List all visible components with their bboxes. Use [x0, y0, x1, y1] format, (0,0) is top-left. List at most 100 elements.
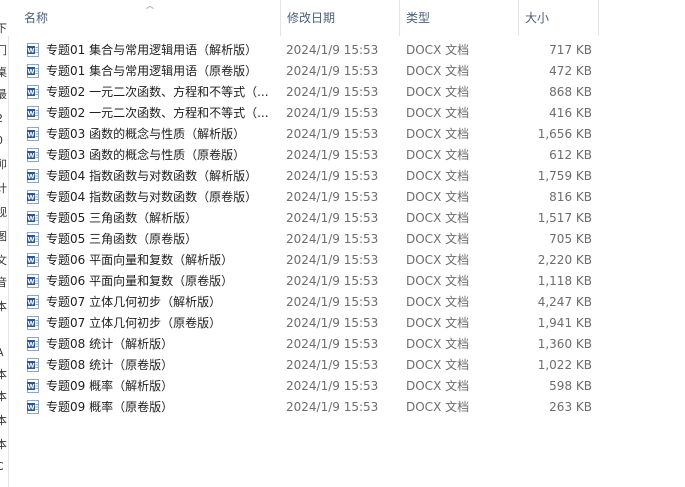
- file-type: DOCX 文档: [406, 337, 470, 351]
- file-row[interactable]: W 专题03 函数的概念与性质（解析版） 2024/1/9 15:53 DOCX 文档…: [18, 124, 598, 145]
- word-document-icon: W: [27, 64, 39, 78]
- file-size: 416 KB: [549, 106, 592, 120]
- file-type: DOCX 文档: [406, 43, 470, 57]
- file-name: 专题03 函数的概念与性质（解析版）: [46, 127, 246, 141]
- nav-item-glyph[interactable]: 音: [0, 276, 8, 289]
- file-type: DOCX 文档: [406, 295, 470, 309]
- file-name: 专题08 统计（解析版）: [46, 337, 174, 351]
- word-document-icon: W: [27, 253, 39, 267]
- nav-item-glyph[interactable]: 2: [0, 112, 8, 125]
- file-name: 专题08 统计（原卷版）: [46, 358, 174, 372]
- nav-item-glyph[interactable]: 最: [0, 88, 8, 101]
- file-size: 717 KB: [549, 43, 592, 57]
- file-row[interactable]: W 专题04 指数函数与对数函数（原卷版） 2024/1/9 15:53 DOCX 文…: [18, 187, 598, 208]
- nav-item-glyph[interactable]: 计: [0, 182, 8, 195]
- file-name: 专题04 指数函数与对数函数（解析版）: [46, 169, 258, 183]
- file-name: 专题09 概率（原卷版）: [46, 400, 174, 414]
- file-type: DOCX 文档: [406, 274, 470, 288]
- file-row[interactable]: W 专题06 平面向量和复数（解析版） 2024/1/9 15:53 DOCX 文档 2…: [18, 250, 598, 271]
- nav-item-glyph[interactable]: 视: [0, 206, 8, 219]
- file-row[interactable]: W 专题01 集合与常用逻辑用语（原卷版） 2024/1/9 15:53 DOCX 文…: [18, 61, 598, 82]
- file-row[interactable]: W 专题08 统计（解析版） 2024/1/9 15:53 DOCX 文档 1,360 …: [18, 334, 598, 355]
- file-date: 2024/1/9 15:53: [286, 169, 379, 183]
- file-row[interactable]: W 专题09 概率（原卷版） 2024/1/9 15:53 DOCX 文档 263 KB: [18, 397, 598, 418]
- svg-text:W: W: [27, 194, 34, 202]
- nav-item-glyph[interactable]: 门: [0, 44, 8, 57]
- file-row[interactable]: W 专题05 三角函数（解析版） 2024/1/9 15:53 DOCX 文档 1,51…: [18, 208, 598, 229]
- nav-item-glyph[interactable]: 本: [0, 300, 8, 313]
- nav-item-glyph[interactable]: 本: [0, 368, 8, 381]
- navigation-pane[interactable]: 下门桌最20卯计视图文音本A本本本本C: [0, 0, 9, 487]
- file-type: DOCX 文档: [406, 211, 470, 225]
- file-date: 2024/1/9 15:53: [286, 253, 379, 267]
- svg-text:W: W: [27, 89, 34, 97]
- nav-item-glyph[interactable]: 0: [0, 134, 8, 147]
- file-size: 612 KB: [549, 148, 592, 162]
- word-document-icon: W: [27, 211, 39, 225]
- file-type: DOCX 文档: [406, 169, 470, 183]
- word-document-icon: W: [27, 148, 39, 162]
- nav-item-glyph[interactable]: 桌: [0, 66, 8, 79]
- word-document-icon: W: [27, 169, 39, 183]
- file-size: 868 KB: [549, 85, 592, 99]
- file-row[interactable]: W 专题01 集合与常用逻辑用语（解析版） 2024/1/9 15:53 DOCX 文…: [18, 40, 598, 61]
- file-type: DOCX 文档: [406, 85, 470, 99]
- file-name: 专题01 集合与常用逻辑用语（解析版）: [46, 43, 258, 57]
- file-size: 1,118 KB: [537, 274, 592, 288]
- file-row[interactable]: W 专题04 指数函数与对数函数（解析版） 2024/1/9 15:53 DOCX 文…: [18, 166, 598, 187]
- file-row[interactable]: W 专题02 一元二次函数、方程和不等式（... 2024/1/9 15:53 DOC…: [18, 82, 598, 103]
- nav-item-glyph[interactable]: 卯: [0, 158, 8, 171]
- file-row[interactable]: W 专题05 三角函数（原卷版） 2024/1/9 15:53 DOCX 文档 705 …: [18, 229, 598, 250]
- file-name: 专题07 立体几何初步（解析版）: [46, 295, 222, 309]
- word-document-icon: W: [27, 274, 39, 288]
- column-header-date[interactable]: 修改日期: [281, 0, 400, 36]
- nav-item-glyph[interactable]: 图: [0, 230, 8, 243]
- file-row[interactable]: W 专题07 立体几何初步（原卷版） 2024/1/9 15:53 DOCX 文档 1,…: [18, 313, 598, 334]
- file-row[interactable]: W 专题08 统计（原卷版） 2024/1/9 15:53 DOCX 文档 1,022 …: [18, 355, 598, 376]
- file-row[interactable]: W 专题02 一元二次函数、方程和不等式（... 2024/1/9 15:53 DOC…: [18, 103, 598, 124]
- file-date: 2024/1/9 15:53: [286, 316, 379, 330]
- file-date: 2024/1/9 15:53: [286, 337, 379, 351]
- file-type: DOCX 文档: [406, 358, 470, 372]
- svg-text:W: W: [27, 68, 34, 76]
- svg-text:W: W: [27, 236, 34, 244]
- word-document-icon: W: [27, 316, 39, 330]
- file-name: 专题05 三角函数（原卷版）: [46, 232, 198, 246]
- nav-item-glyph[interactable]: A: [0, 346, 8, 359]
- nav-item-glyph[interactable]: 本: [0, 438, 8, 451]
- file-type: DOCX 文档: [406, 379, 470, 393]
- file-row[interactable]: W 专题09 概率（解析版） 2024/1/9 15:53 DOCX 文档 598 KB: [18, 376, 598, 397]
- file-type: DOCX 文档: [406, 106, 470, 120]
- nav-item-glyph[interactable]: 本: [0, 390, 8, 403]
- file-row[interactable]: W 专题03 函数的概念与性质（原卷版） 2024/1/9 15:53 DOCX 文档…: [18, 145, 598, 166]
- column-header-type[interactable]: 类型: [400, 0, 519, 36]
- file-type: DOCX 文档: [406, 253, 470, 267]
- svg-text:W: W: [27, 47, 34, 55]
- file-size: 2,220 KB: [537, 253, 592, 267]
- file-name: 专题04 指数函数与对数函数（原卷版）: [46, 190, 258, 204]
- column-header-size[interactable]: 大小: [519, 0, 599, 36]
- file-row[interactable]: W 专题06 平面向量和复数（原卷版） 2024/1/9 15:53 DOCX 文档 1…: [18, 271, 598, 292]
- word-document-icon: W: [27, 400, 39, 414]
- file-date: 2024/1/9 15:53: [286, 148, 379, 162]
- file-type: DOCX 文档: [406, 316, 470, 330]
- column-header-type-label: 类型: [406, 11, 431, 25]
- column-header-name-label: 名称: [24, 11, 49, 25]
- file-size: 1,941 KB: [537, 316, 592, 330]
- file-size: 1,656 KB: [537, 127, 592, 141]
- file-name: 专题01 集合与常用逻辑用语（原卷版）: [46, 64, 258, 78]
- nav-item-glyph[interactable]: 本: [0, 414, 8, 427]
- file-row[interactable]: W 专题07 立体几何初步（解析版） 2024/1/9 15:53 DOCX 文档 4,…: [18, 292, 598, 313]
- nav-item-glyph[interactable]: 文: [0, 254, 8, 267]
- file-name: 专题02 一元二次函数、方程和不等式（...: [46, 106, 268, 120]
- column-header-date-label: 修改日期: [287, 11, 336, 25]
- file-name: 专题06 平面向量和复数（解析版）: [46, 253, 234, 267]
- column-header-name[interactable]: 名称: [18, 0, 281, 36]
- nav-item-glyph[interactable]: 下: [0, 22, 8, 35]
- svg-text:W: W: [27, 320, 34, 328]
- svg-text:W: W: [27, 404, 34, 412]
- nav-item-glyph[interactable]: C: [0, 460, 8, 473]
- file-date: 2024/1/9 15:53: [286, 379, 379, 393]
- file-size: 472 KB: [549, 64, 592, 78]
- file-date: 2024/1/9 15:53: [286, 400, 379, 414]
